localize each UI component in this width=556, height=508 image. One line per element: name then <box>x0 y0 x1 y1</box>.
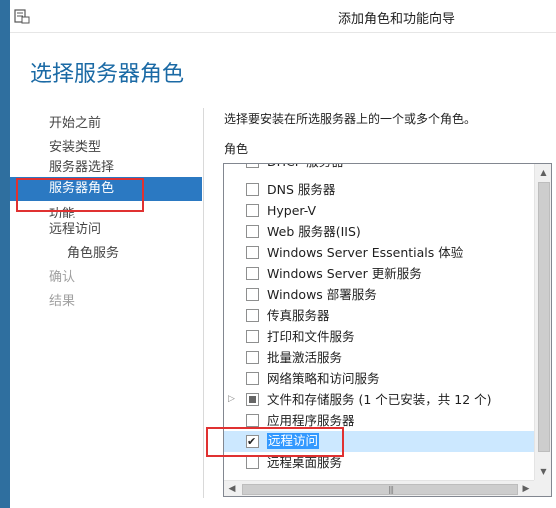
title-bar[interactable]: 添加角色和功能向导 <box>10 0 556 33</box>
nav-item-remote-access[interactable]: 远程访问 <box>10 218 202 242</box>
role-label: 批量激活服务 <box>267 350 343 365</box>
instruction-text: 选择要安装在所选服务器上的一个或多个角色。 <box>224 112 477 126</box>
page-title: 选择服务器角色 <box>30 62 185 87</box>
role-label: Windows Server Essentials 体验 <box>267 245 464 260</box>
role-row[interactable]: 网络策略和访问服务 <box>224 368 534 389</box>
role-row[interactable]: Web 服务器(IIS) <box>224 221 534 242</box>
arrow-up-icon[interactable]: ▲ <box>535 164 551 181</box>
arrow-left-icon[interactable]: ◀ <box>224 481 240 496</box>
role-label: 网络策略和访问服务 <box>267 371 380 386</box>
roles-label: 角色 <box>224 142 249 156</box>
window-title: 添加角色和功能向导 <box>338 12 456 27</box>
role-checkbox[interactable] <box>246 309 259 322</box>
role-checkbox[interactable] <box>246 330 259 343</box>
role-row[interactable]: ▷ 文件和存储服务 (1 个已安装，共 12 个) <box>224 389 534 410</box>
role-label: DHCP 服务器 <box>267 164 344 172</box>
role-label: Web 服务器(IIS) <box>267 224 361 239</box>
server-manager-icon <box>14 9 30 24</box>
nav-item-before-you-begin[interactable]: 开始之前 <box>10 112 202 136</box>
role-label: Hyper-V <box>267 203 317 218</box>
role-label: 打印和文件服务 <box>267 329 355 344</box>
role-checkbox[interactable] <box>246 414 259 427</box>
role-row[interactable]: Hyper-V <box>224 200 534 221</box>
role-checkbox[interactable] <box>246 164 259 168</box>
annotation-box-nav <box>16 178 144 212</box>
role-checkbox[interactable] <box>246 351 259 364</box>
role-label: 文件和存储服务 (1 个已安装，共 12 个) <box>267 392 492 407</box>
role-checkbox[interactable] <box>246 246 259 259</box>
horizontal-scrollbar[interactable]: ◀ ||| ▶ <box>224 480 534 496</box>
nav-item-server-selection[interactable]: 服务器选择 <box>10 160 202 177</box>
nav-divider <box>203 108 204 498</box>
annotation-box-list <box>206 427 344 457</box>
role-label: Windows Server 更新服务 <box>267 266 422 281</box>
role-row[interactable]: DNS 服务器 <box>224 179 534 200</box>
role-label: Windows 部署服务 <box>267 287 377 302</box>
wizard-window: 添加角色和功能向导 选择服务器角色 开始之前 安装类型 服务器选择 服务器角色 … <box>10 0 556 508</box>
role-checkbox[interactable] <box>246 267 259 280</box>
role-row[interactable]: 传真服务器 <box>224 305 534 326</box>
triangle-right-icon[interactable]: ▷ <box>228 389 236 410</box>
nav-item-results: 结果 <box>49 294 76 309</box>
role-label: DNS 服务器 <box>267 182 336 197</box>
nav-item-installation-type[interactable]: 安装类型 <box>10 136 202 160</box>
scroll-corner <box>534 480 551 496</box>
vertical-scrollbar[interactable]: ▲ ▼ <box>534 164 551 480</box>
role-row[interactable]: 打印和文件服务 <box>224 326 534 347</box>
role-checkbox[interactable] <box>246 372 259 385</box>
horizontal-scroll-thumb[interactable]: ||| <box>242 484 518 495</box>
vertical-scroll-thumb[interactable] <box>538 182 550 452</box>
nav-item-confirmation: 确认 <box>49 270 76 285</box>
role-row[interactable]: Windows Server 更新服务 <box>224 263 534 284</box>
desktop-edge <box>0 0 10 508</box>
role-checkbox[interactable] <box>246 456 259 469</box>
wizard-nav: 开始之前 安装类型 服务器选择 服务器角色 功能 远程访问 角色服务 确认 结果 <box>10 112 202 314</box>
role-checkbox[interactable] <box>246 204 259 217</box>
grip-icon: ||| <box>388 485 394 494</box>
role-row[interactable]: DHCP 服务器 <box>224 164 534 172</box>
arrow-right-icon[interactable]: ▶ <box>518 481 534 496</box>
role-label: 传真服务器 <box>267 308 330 323</box>
arrow-down-icon[interactable]: ▼ <box>535 463 551 480</box>
role-checkbox[interactable] <box>246 288 259 301</box>
role-row[interactable]: Windows 部署服务 <box>224 284 534 305</box>
role-checkbox[interactable] <box>246 183 259 196</box>
role-checkbox[interactable] <box>246 393 259 406</box>
role-row[interactable]: 批量激活服务 <box>224 347 534 368</box>
nav-item-role-services[interactable]: 角色服务 <box>10 242 202 266</box>
role-checkbox[interactable] <box>246 225 259 238</box>
role-row[interactable]: Windows Server Essentials 体验 <box>224 242 534 263</box>
